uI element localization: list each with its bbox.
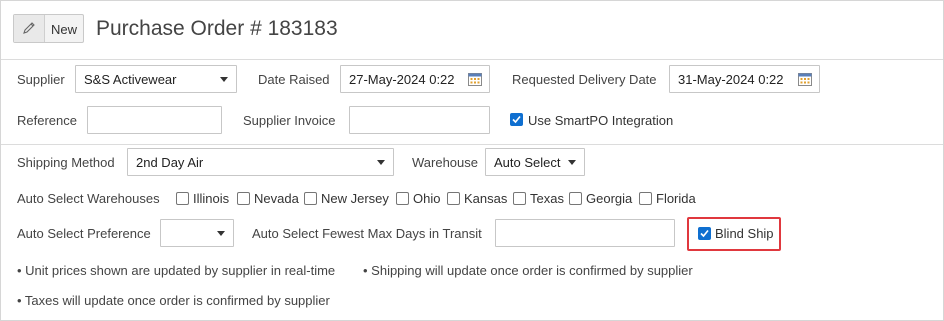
calendar-icon[interactable] (798, 72, 812, 89)
auto-select-preference-select[interactable] (160, 219, 234, 247)
warehouse-option-label: Georgia (586, 191, 633, 206)
warehouse-checkbox-kansas[interactable] (447, 192, 460, 205)
warehouse-option-label: Kansas (464, 191, 508, 206)
warehouse-checkbox-illinois[interactable] (176, 192, 189, 205)
panel-header: New Purchase Order # 183183 (1, 1, 943, 60)
reference-input[interactable] (87, 106, 222, 134)
shipping-method-value: 2nd Day Air (136, 155, 204, 170)
note-shipping: • Shipping will update once order is con… (363, 263, 693, 278)
note-taxes: • Taxes will update once order is confir… (17, 293, 330, 308)
warehouse-checkbox-florida[interactable] (639, 192, 652, 205)
date-raised-value: 27-May-2024 0:22 (349, 72, 455, 87)
supplier-invoice-input[interactable] (349, 106, 490, 134)
date-raised-field[interactable]: 27-May-2024 0:22 (340, 65, 490, 93)
warehouse-checkbox-texas[interactable] (513, 192, 526, 205)
pencil-icon (14, 15, 45, 42)
warehouse-option-label: Illinois (193, 191, 230, 206)
fewest-max-days-label: Auto Select Fewest Max Days in Transit (252, 226, 482, 241)
fewest-max-days-input[interactable] (495, 219, 675, 247)
new-button-label: New (51, 22, 78, 37)
page-title: Purchase Order # 183183 (96, 17, 338, 40)
warehouse-option-label: New Jersey (321, 191, 389, 206)
purchase-order-panel: New Purchase Order # 183183 Supplier S&S… (0, 0, 944, 321)
caret-down-icon (220, 77, 228, 82)
warehouse-option-label: Nevada (254, 191, 299, 206)
warehouse-checkbox-new-jersey[interactable] (304, 192, 317, 205)
smartpo-checkbox[interactable] (510, 113, 523, 126)
smartpo-label: Use SmartPO Integration (528, 113, 674, 128)
warehouse-value: Auto Select (494, 155, 561, 170)
requested-delivery-value: 31-May-2024 0:22 (678, 72, 784, 87)
warehouse-select[interactable]: Auto Select (485, 148, 585, 176)
warehouse-checkbox-ohio[interactable] (396, 192, 409, 205)
blind-ship-label: Blind Ship (715, 226, 774, 241)
date-raised-label: Date Raised (258, 72, 330, 87)
warehouse-checkbox-nevada[interactable] (237, 192, 250, 205)
blind-ship-checkbox[interactable] (698, 227, 711, 240)
supplier-value: S&S Activewear (84, 72, 177, 87)
shipping-method-select[interactable]: 2nd Day Air (127, 148, 394, 176)
calendar-icon[interactable] (468, 72, 482, 89)
caret-down-icon (377, 160, 385, 165)
warehouse-checkbox-georgia[interactable] (569, 192, 582, 205)
shipping-method-label: Shipping Method (17, 155, 115, 170)
supplier-label: Supplier (17, 72, 65, 87)
warehouse-option-label: Ohio (413, 191, 441, 206)
section-divider (1, 144, 943, 145)
note-unit-prices: • Unit prices shown are updated by suppl… (17, 263, 336, 278)
new-button[interactable]: New (13, 14, 84, 43)
auto-select-warehouses-label: Auto Select Warehouses (17, 191, 160, 206)
warehouse-label: Warehouse (412, 155, 478, 170)
requested-delivery-label: Requested Delivery Date (512, 72, 657, 87)
auto-select-preference-label: Auto Select Preference (17, 226, 151, 241)
reference-label: Reference (17, 113, 77, 128)
caret-down-icon (568, 160, 576, 165)
supplier-invoice-label: Supplier Invoice (243, 113, 336, 128)
requested-delivery-field[interactable]: 31-May-2024 0:22 (669, 65, 820, 93)
supplier-select[interactable]: S&S Activewear (75, 65, 237, 93)
warehouse-option-label: Texas (530, 191, 564, 206)
caret-down-icon (217, 231, 225, 236)
warehouse-option-label: Florida (656, 191, 696, 206)
